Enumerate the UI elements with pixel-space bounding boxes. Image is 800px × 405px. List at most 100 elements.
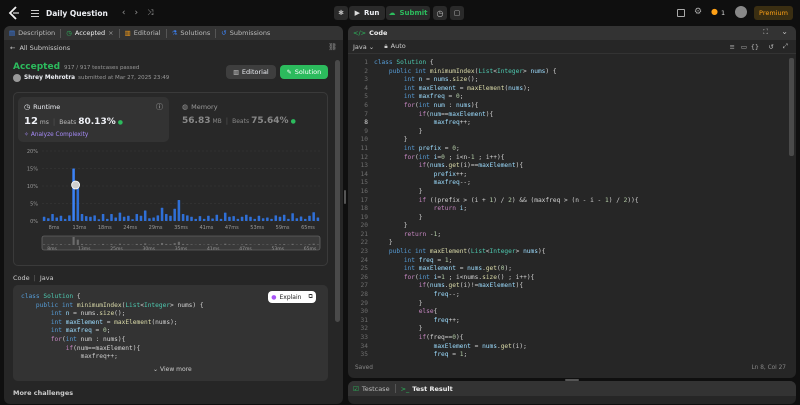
editor-header: </> Code ⛶ ⌄ xyxy=(348,26,796,40)
chart-bar xyxy=(270,218,273,221)
notes-button[interactable]: ◷ xyxy=(433,6,447,20)
cursor-position: Ln 8, Col 27 xyxy=(751,365,786,371)
editor-content[interactable]: class Solution { public int minimumIndex… xyxy=(374,59,639,359)
code-line: for(int i=0 ; i<n-1 ; i++){ xyxy=(403,153,505,161)
mini-bar xyxy=(76,239,79,245)
tab-solutions[interactable]: ⚗ Solutions xyxy=(167,26,216,40)
close-tab-icon[interactable]: × xyxy=(108,29,113,37)
chart-bar xyxy=(228,216,231,221)
explain-button[interactable]: ● Explain ⧉ xyxy=(268,291,316,303)
code-line: int maxfreq = 0; xyxy=(403,93,464,101)
back-link[interactable]: ← All Submissions xyxy=(10,44,70,52)
tab-test-result[interactable]: >_ Test Result xyxy=(396,381,458,396)
leetcode-logo-icon[interactable] xyxy=(8,6,20,20)
line-number: 34 xyxy=(360,342,368,350)
code-line: maxfreq++; xyxy=(433,119,471,127)
line-number: 24 xyxy=(360,256,368,264)
problem-list-title[interactable]: Daily Question xyxy=(46,9,108,18)
debug-button[interactable]: ✱ xyxy=(334,6,348,20)
code-line: int freq = 1; xyxy=(403,256,453,264)
vertical-splitter[interactable] xyxy=(344,190,346,204)
analyze-complexity-link[interactable]: ✧ Analyze Complexity xyxy=(24,132,88,138)
username[interactable]: Shrey Mehrotra xyxy=(24,75,75,81)
fire-icon[interactable]: ● xyxy=(711,7,718,16)
line-number: 11 xyxy=(360,144,368,152)
chart-bar xyxy=(215,214,219,221)
code-editor[interactable]: 1 2 3 4 5 6 7 8 9 10 11 12 13 14 15 16 17 18 19 20 21 22 23 24 2… xyxy=(348,56,796,359)
editor-scrollbar[interactable] xyxy=(789,58,794,156)
tab-accepted[interactable]: ◷ Accepted × xyxy=(61,26,118,40)
left-scrollbar[interactable] xyxy=(335,60,340,322)
back-label: All Submissions xyxy=(19,44,71,52)
chart-bar xyxy=(177,200,181,221)
next-problem-icon[interactable]: › xyxy=(134,8,138,18)
avatar[interactable] xyxy=(735,6,747,18)
line-number: 19 xyxy=(360,213,368,221)
runtime-distribution-chart[interactable]: 20% 15% 10% 5% 0% 8ms 13ms 18ms 24ms 29ms 35ms 41ms… xyxy=(14,145,327,265)
prev-problem-icon[interactable]: ‹ xyxy=(122,8,126,18)
note-button[interactable]: ▢ xyxy=(450,6,464,20)
minimize-icon[interactable]: ⌄ xyxy=(781,27,788,36)
problem-list-icon[interactable] xyxy=(30,8,40,18)
tab-submissions[interactable]: ↺ Submissions xyxy=(216,26,275,40)
premium-button[interactable]: Premium xyxy=(754,6,793,20)
submit-button[interactable]: ☁ Submit xyxy=(386,6,430,20)
mini-bar xyxy=(93,244,96,245)
mini-bar xyxy=(118,243,121,245)
mini-bar xyxy=(152,244,155,245)
editor-status-bar: Saved Ln 8, Col 27 xyxy=(348,362,796,376)
code-line: } xyxy=(374,127,423,135)
mini-bar xyxy=(59,244,63,245)
editorial-button[interactable]: ▥ Editorial xyxy=(226,65,276,79)
link-icon[interactable]: ⛓ xyxy=(328,43,337,51)
x-tick-label: 65ms xyxy=(301,225,315,231)
shuffle-icon[interactable]: ⤨ xyxy=(147,8,153,18)
mini-bar xyxy=(102,243,105,245)
runtime-box[interactable]: ◷ Runtime ⓘ 12 ms | Beats 80.13% ● ✧ Anal… xyxy=(18,97,169,142)
tab-description[interactable]: ▤ Description xyxy=(4,26,60,40)
code-snippet-card: class Solution { public int minimumIndex… xyxy=(13,285,328,381)
braces-icon[interactable]: {} xyxy=(751,43,759,51)
chart-bar xyxy=(291,213,294,221)
mini-bar xyxy=(283,244,286,245)
code-line: } xyxy=(374,187,423,195)
run-button[interactable]: ▶ Run xyxy=(349,6,385,20)
editor-toolbar: Java ⌄ 🔒︎ Auto ≡ ▭ {} ↺ ⤢ xyxy=(348,40,796,54)
bookmark-icon[interactable]: ▭ xyxy=(741,43,747,51)
memory-box[interactable]: ◍ Memory 56.83 MB | Beats 75.64% ● xyxy=(177,97,325,142)
mode-toggle[interactable]: 🔒︎ Auto xyxy=(384,42,406,51)
mini-tick-label: 47ms xyxy=(239,246,252,252)
tab-testcase[interactable]: ☑ Testcase xyxy=(348,381,395,396)
maximize-icon[interactable]: ⛶ xyxy=(763,28,768,37)
x-tick-label: 29ms xyxy=(149,225,163,231)
layout-icon[interactable] xyxy=(677,9,685,17)
reset-icon[interactable]: ↺ xyxy=(769,43,774,51)
tab-code[interactable]: </> Code xyxy=(348,26,392,40)
solution-button[interactable]: ✎ Solution xyxy=(280,65,328,79)
chart-bar xyxy=(223,212,227,221)
language-select[interactable]: Java ⌄ xyxy=(353,43,374,51)
expand-icon[interactable]: ⤢ xyxy=(783,42,788,51)
settings-icon[interactable]: ⚙ xyxy=(694,7,702,17)
chip-icon: ◍ xyxy=(182,103,189,111)
chart-bar xyxy=(173,208,176,221)
format-icon[interactable]: ≡ xyxy=(730,43,735,51)
tab-editorial[interactable]: ▥ Editorial xyxy=(120,26,166,40)
line-number: 30 xyxy=(360,308,368,316)
note-icon: ▢ xyxy=(453,9,461,17)
book-icon: ▥ xyxy=(233,68,239,76)
chart-bar xyxy=(295,218,299,221)
user-avatar[interactable] xyxy=(13,74,21,82)
chart-bar xyxy=(236,218,240,221)
status-text: Accepted xyxy=(13,62,61,72)
code-line: if ((prefix > (i + 1) / 2) && (maxfreq >… xyxy=(418,196,639,204)
view-more-link[interactable]: ⌄ View more xyxy=(153,366,192,373)
checkbox-icon: ☑ xyxy=(353,384,359,393)
chart-bar xyxy=(190,216,193,221)
mini-bar xyxy=(245,244,248,245)
code-line: public int minimumIndex(List<Integer> nu… xyxy=(35,301,204,309)
code-language: Java xyxy=(39,274,54,282)
code-line: freq++; xyxy=(433,316,460,324)
y-tick-label: 15% xyxy=(27,167,38,173)
info-icon[interactable]: ⓘ xyxy=(156,102,163,112)
